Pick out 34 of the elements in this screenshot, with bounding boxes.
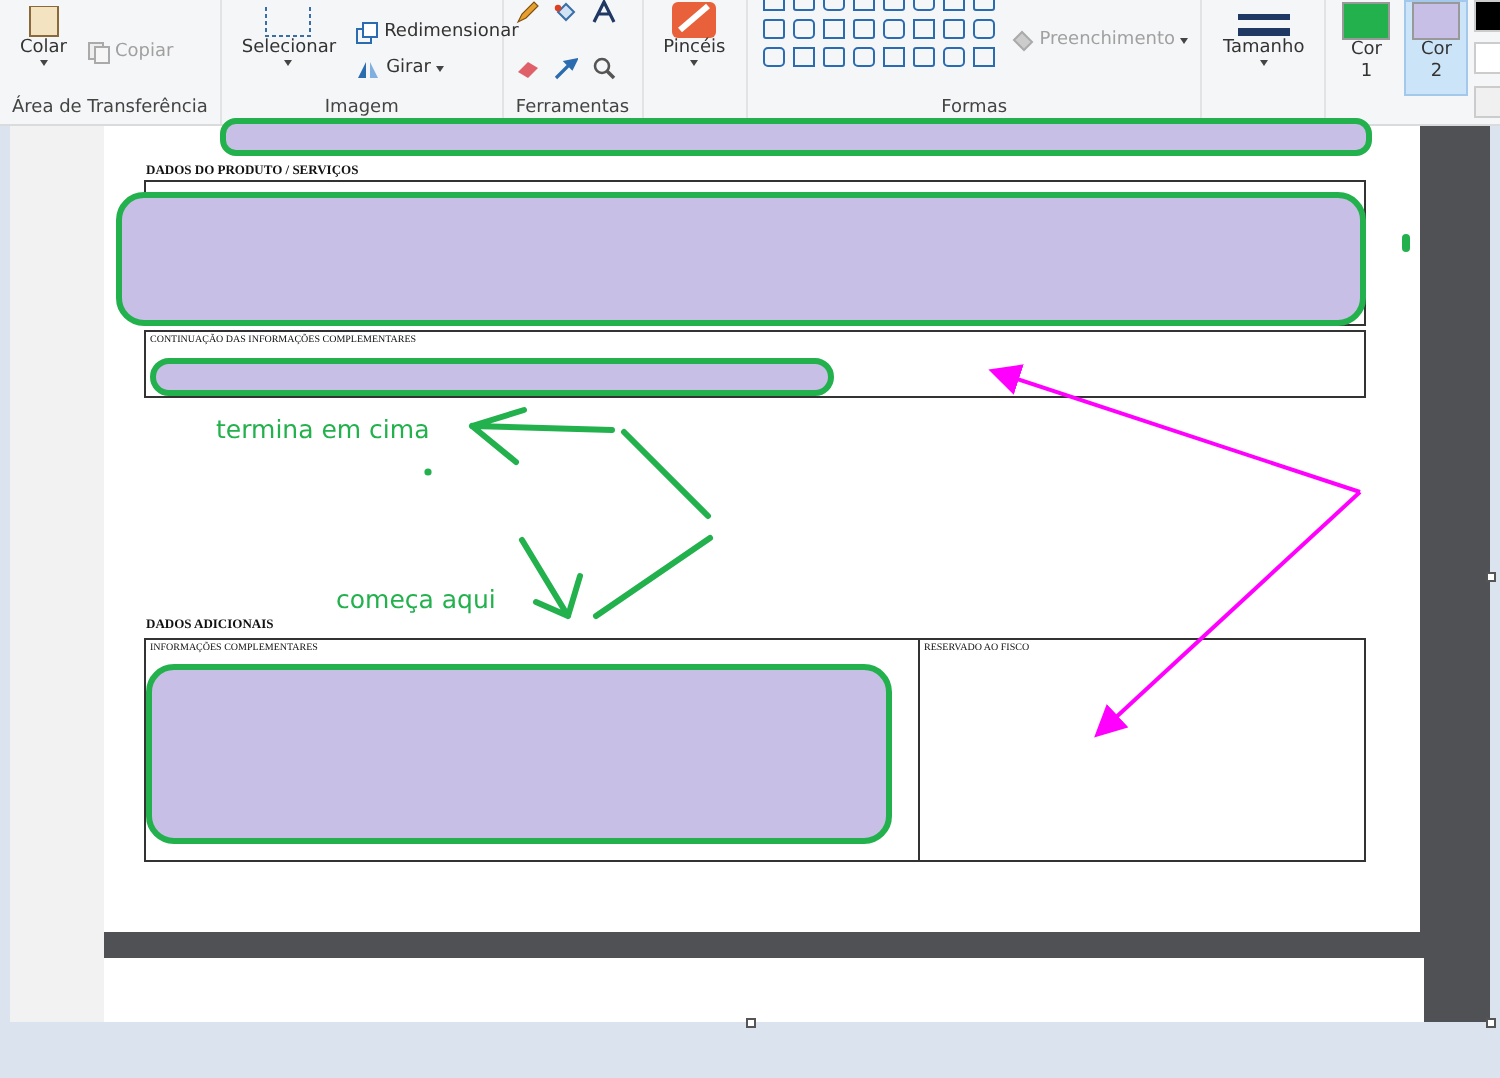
rotate-button[interactable]: Girar [356, 52, 519, 84]
paint-dot [424, 468, 432, 476]
resize-handle[interactable] [1486, 1018, 1496, 1028]
line-size-icon [1237, 10, 1290, 38]
group-label: Área de Transferência [12, 98, 208, 122]
clipboard-icon [25, 6, 62, 38]
select-button[interactable]: Selecionar [233, 0, 345, 96]
paint-bucket-icon[interactable] [553, 0, 578, 24]
arrow-drawing [519, 537, 583, 619]
magnifier-icon[interactable] [591, 55, 616, 79]
palette-color[interactable] [1474, 42, 1500, 75]
annotation-note: começa aqui [336, 588, 496, 613]
group-label: Imagem [322, 98, 401, 122]
resize-button[interactable]: Redimensionar [356, 16, 519, 48]
group-label: Ferramentas [515, 98, 630, 122]
text-icon[interactable] [591, 0, 616, 24]
eyedropper-icon[interactable] [553, 55, 578, 79]
pencil-icon[interactable] [515, 0, 540, 24]
resize-handle[interactable] [746, 1018, 756, 1028]
fill-bucket-icon [1011, 29, 1034, 51]
resize-icon [356, 21, 379, 43]
color-button[interactable]: Cor 2 [1404, 0, 1469, 96]
selection-icon [264, 6, 313, 38]
size-button[interactable]: Tamanho [1214, 0, 1313, 96]
copy-icon [87, 41, 110, 63]
resize-handle[interactable] [1486, 572, 1496, 582]
palette-color[interactable] [1474, 85, 1500, 118]
brushes-button[interactable]: Pincéis [655, 0, 734, 96]
color-button[interactable]: Cor 1 [1334, 0, 1399, 96]
palette-color[interactable] [1474, 0, 1500, 32]
rotate-icon [356, 57, 381, 79]
paste-button[interactable]: Colar [12, 0, 76, 96]
annotation-note: termina em cima [216, 418, 430, 443]
group-label: Formas [939, 98, 1010, 122]
